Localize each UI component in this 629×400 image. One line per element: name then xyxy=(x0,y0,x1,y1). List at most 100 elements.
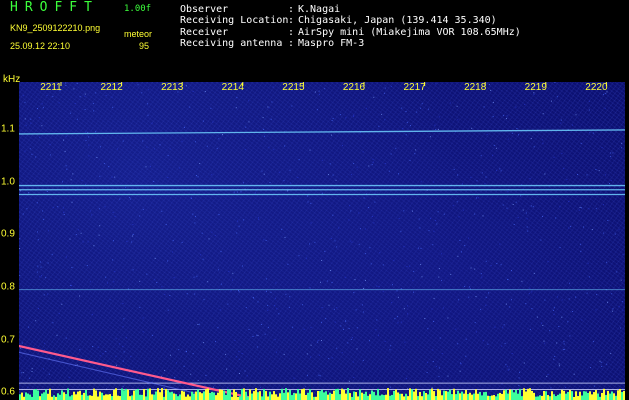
noise-speck xyxy=(476,180,478,182)
noise-floor-bar xyxy=(49,388,51,400)
noise-speck xyxy=(403,308,405,310)
noise-floor-bar xyxy=(111,396,113,400)
noise-speck xyxy=(542,216,543,217)
noise-speck xyxy=(318,354,320,356)
noise-speck xyxy=(122,303,124,304)
noise-floor-bar xyxy=(279,393,281,400)
noise-speck xyxy=(203,342,205,344)
time-tick-label: 2214 xyxy=(221,82,244,93)
noise-speck xyxy=(579,207,581,208)
noise-speck xyxy=(82,241,84,243)
noise-speck xyxy=(437,128,439,130)
noise-floor-bar xyxy=(511,389,513,400)
noise-speck xyxy=(402,127,404,129)
noise-floor-bar xyxy=(115,388,117,400)
noise-floor-bar xyxy=(125,388,127,400)
noise-floor-bar xyxy=(375,395,377,400)
noise-speck xyxy=(310,202,312,204)
noise-speck xyxy=(433,297,435,299)
noise-speck xyxy=(44,342,46,344)
noise-speck xyxy=(241,353,243,354)
noise-speck xyxy=(36,202,38,204)
noise-speck xyxy=(525,303,527,305)
noise-speck xyxy=(173,277,175,279)
noise-speck xyxy=(267,326,269,328)
noise-speck xyxy=(24,150,26,152)
noise-speck xyxy=(443,213,445,215)
noise-speck xyxy=(130,198,132,200)
noise-speck xyxy=(384,119,386,121)
noise-floor-bar xyxy=(465,389,467,400)
noise-speck xyxy=(192,91,194,92)
noise-speck xyxy=(602,204,604,206)
noise-floor-bar xyxy=(229,390,231,400)
noise-speck xyxy=(276,351,278,353)
noise-speck xyxy=(480,308,482,310)
noise-speck xyxy=(309,243,310,245)
noise-speck xyxy=(52,96,54,98)
noise-speck xyxy=(526,218,528,220)
noise-floor-bar xyxy=(353,391,355,400)
noise-speck xyxy=(91,313,93,315)
noise-speck xyxy=(400,288,402,290)
noise-speck xyxy=(485,296,487,298)
noise-speck xyxy=(343,328,344,330)
noise-speck xyxy=(518,134,519,136)
noise-floor-bar xyxy=(165,388,167,400)
noise-speck xyxy=(139,215,141,217)
noise-speck xyxy=(559,247,561,249)
noise-speck xyxy=(433,321,435,322)
noise-floor-bar xyxy=(551,391,553,400)
time-tick-label: 2211 xyxy=(40,82,62,93)
frequency-tick-label: 0.9 xyxy=(1,228,15,240)
noise-speck xyxy=(287,263,289,265)
noise-floor-bar xyxy=(233,389,235,400)
noise-speck xyxy=(436,223,438,225)
noise-speck xyxy=(604,107,606,109)
noise-floor-bar xyxy=(135,389,137,400)
noise-floor-bar xyxy=(357,396,359,400)
noise-speck xyxy=(544,342,546,344)
frequency-tick-label: 0.8 xyxy=(1,281,15,293)
noise-speck xyxy=(20,347,21,349)
noise-floor-bar xyxy=(63,392,65,400)
noise-speck xyxy=(178,167,180,169)
noise-floor-bar xyxy=(485,391,487,400)
noise-floor-bar xyxy=(555,396,557,400)
noise-floor-bar xyxy=(311,392,313,400)
noise-speck xyxy=(216,147,218,149)
noise-floor-bar xyxy=(189,396,191,400)
noise-speck xyxy=(558,363,560,365)
noise-floor-bar xyxy=(569,389,571,400)
noise-speck xyxy=(427,328,429,330)
noise-speck xyxy=(260,386,261,388)
noise-speck xyxy=(206,145,208,147)
noise-speck xyxy=(348,328,350,329)
noise-speck xyxy=(438,276,440,278)
noise-floor-bar xyxy=(571,391,573,400)
noise-floor-bar xyxy=(587,392,589,400)
noise-speck xyxy=(420,263,422,265)
noise-speck xyxy=(65,135,67,137)
noise-speck xyxy=(297,177,299,178)
noise-speck xyxy=(200,254,202,256)
noise-speck xyxy=(412,280,414,282)
noise-floor-bar xyxy=(563,390,565,400)
time-tick-label: 2219 xyxy=(524,82,547,93)
noise-speck xyxy=(263,173,265,175)
noise-speck xyxy=(578,209,580,211)
noise-speck xyxy=(112,106,114,108)
noise-floor-bar xyxy=(137,388,139,400)
noise-speck xyxy=(30,122,32,124)
noise-speck xyxy=(441,253,443,255)
noise-speck xyxy=(407,313,408,315)
noise-speck xyxy=(254,192,256,194)
noise-speck xyxy=(159,144,161,146)
noise-speck xyxy=(493,144,495,146)
noise-speck xyxy=(303,328,305,330)
time-tick-label: 2215 xyxy=(282,82,305,93)
noise-speck xyxy=(325,318,327,320)
noise-speck xyxy=(207,281,209,283)
noise-floor-bar xyxy=(191,391,193,400)
noise-speck xyxy=(547,374,549,375)
